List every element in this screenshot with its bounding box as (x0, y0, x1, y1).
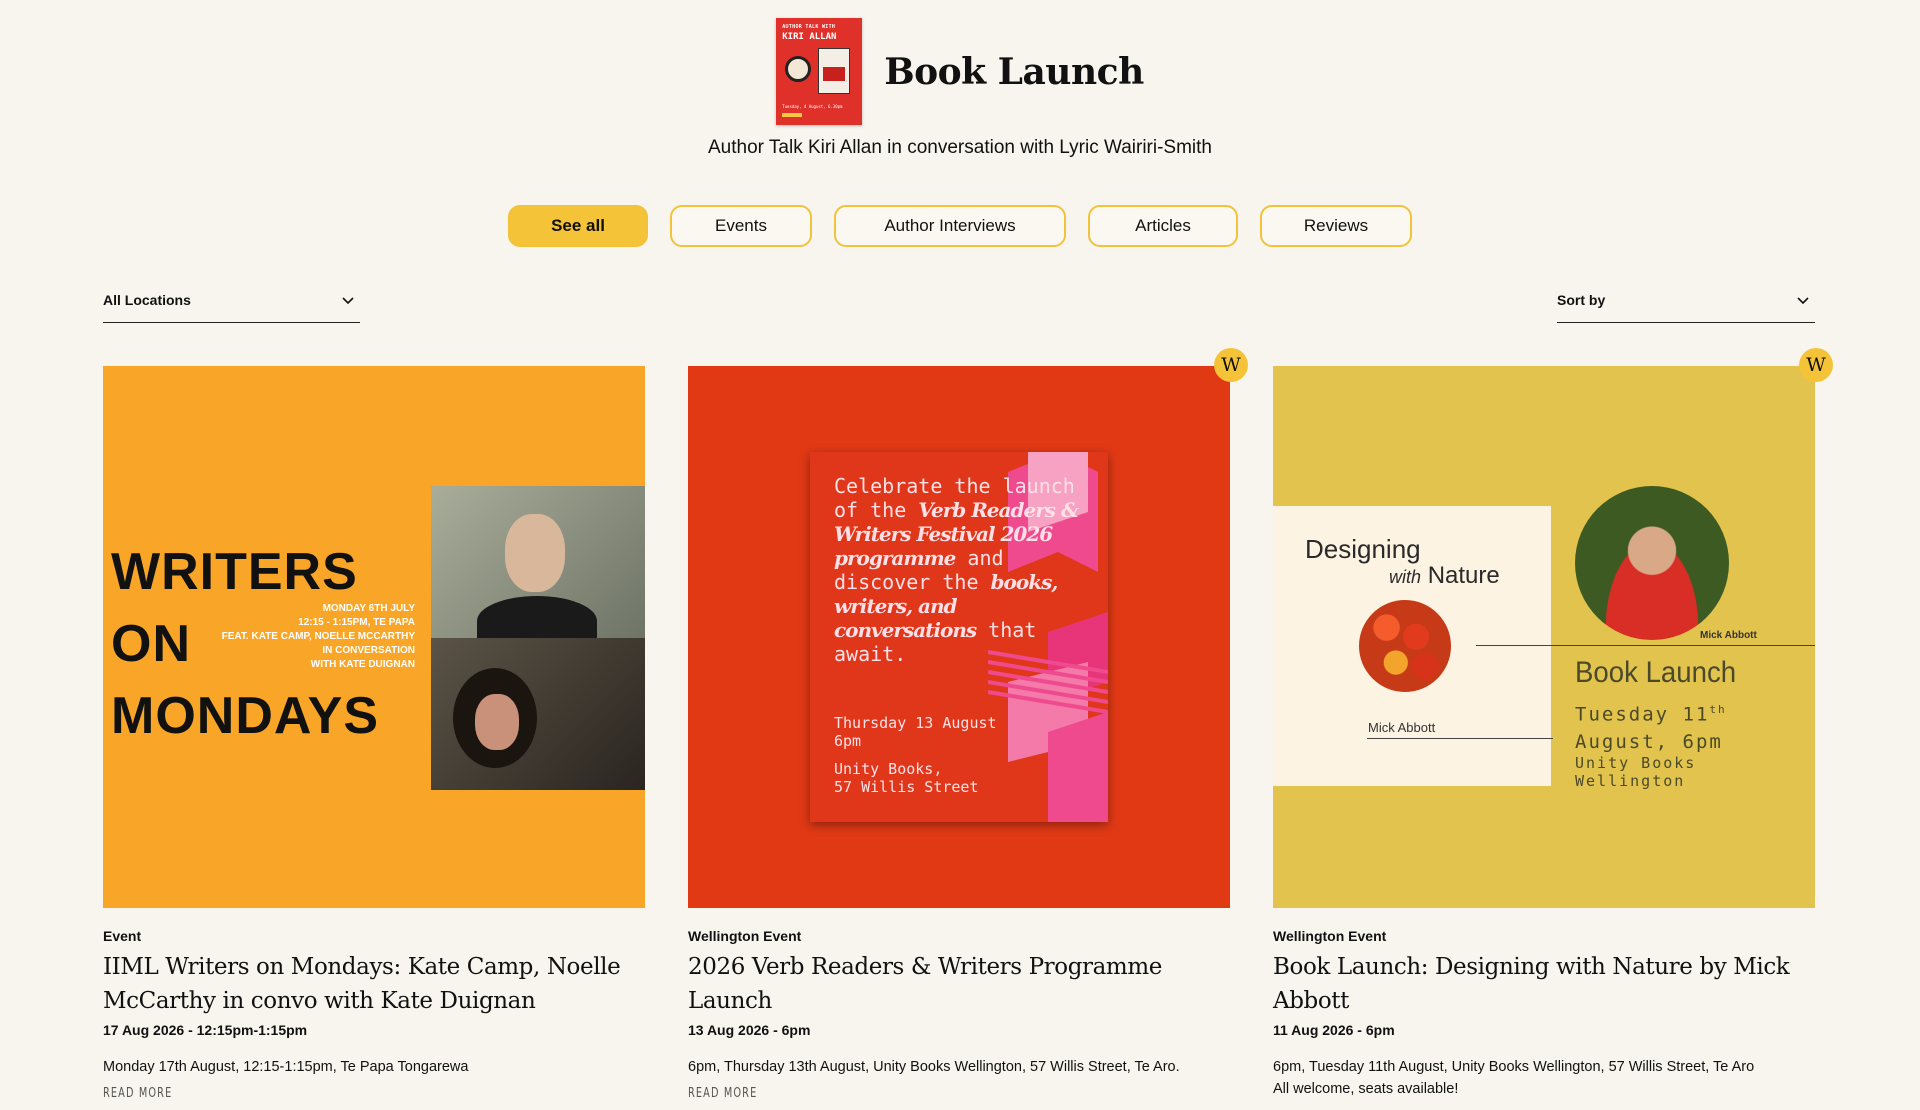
page-title: Book Launch (884, 50, 1144, 93)
card-title[interactable]: Book Launch: Designing with Nature by Mi… (1273, 950, 1815, 1018)
poster-date: Thursday 13 August 6pm (834, 714, 997, 750)
art-info: MONDAY 6TH JULY 12:15 - 1:15PM, TE PAPA … (221, 603, 415, 670)
card-image[interactable]: Designing with Nature Mick Abbott Mick A… (1273, 366, 1815, 908)
wellington-badge: W (1214, 348, 1248, 382)
poster-address: Unity Books, 57 Willis Street (834, 760, 979, 796)
poster-text: Celebrate the launch of the Verb Readers… (834, 474, 1084, 666)
art-headline: Book Launch (1575, 656, 1737, 689)
poster-date-line2: 6pm (834, 732, 862, 750)
book-cover-thumbnail: AUTHOR TALK WITH KIRI ALLAN Tuesday, 4 A… (776, 18, 863, 125)
card-category: Wellington Event (1273, 928, 1387, 944)
page-subtitle: Author Talk Kiri Allan in conversation w… (707, 137, 1213, 158)
photo-face (475, 694, 519, 750)
event-card[interactable]: W Celebrate the launch of the Verb Reade… (688, 348, 1248, 1101)
thumb-logo (782, 113, 803, 117)
wellington-badge: W (1799, 348, 1833, 382)
portrait-caption: Mick Abbott (1700, 630, 1757, 641)
book-author: Mick Abbott (1368, 720, 1436, 735)
thumb-footer: Tuesday, 4 August, 6.30pm (782, 104, 843, 109)
chevron-down-icon (1797, 297, 1809, 305)
photo-noelle-mccarthy (431, 638, 645, 790)
card-image[interactable]: Celebrate the launch of the Verb Readers… (688, 366, 1230, 908)
thumb-line2: KIRI ALLAN (782, 32, 837, 42)
card-date: 17 Aug 2026 - 12:15pm-1:15pm (103, 1022, 308, 1038)
filter-reviews[interactable]: Reviews (1260, 205, 1412, 247)
card-category: Wellington Event (688, 928, 802, 944)
location-dropdown[interactable]: All Locations (103, 288, 360, 323)
art-date-day: Tuesday 11 (1575, 703, 1710, 726)
art-date: Tuesday 11th August, 6pm (1575, 696, 1727, 756)
author-portrait (1575, 486, 1729, 640)
sort-dropdown[interactable]: Sort by (1557, 288, 1815, 323)
event-card[interactable]: WRITERS ON MONDAYS MONDAY 6TH JULY 12:15… (103, 366, 645, 1101)
filter-see-all[interactable]: See all (508, 205, 648, 247)
poster-date-line1: Thursday 13 August (834, 714, 997, 732)
card-description: 6pm, Thursday 13th August, Unity Books W… (688, 1059, 1180, 1075)
divider-line (1367, 738, 1553, 739)
event-card[interactable]: W Designing with Nature Mick Abbott Mick… (1273, 348, 1833, 1100)
read-more-link[interactable]: READ MORE (688, 1086, 1095, 1101)
art-venue: Unity Books Wellington (1575, 754, 1697, 790)
photo-kate-camp (431, 486, 645, 646)
photo-face (505, 514, 565, 592)
card-date: 11 Aug 2026 - 6pm (1273, 1022, 1395, 1038)
poster-addr-line2: 57 Willis Street (834, 778, 979, 796)
book-title-line2: with Nature (1389, 562, 1500, 590)
book-title-with: with (1389, 567, 1422, 587)
chevron-down-icon (342, 297, 354, 305)
thumb-face (785, 56, 812, 82)
filter-events[interactable]: Events (670, 205, 812, 247)
read-more-link[interactable]: READ MORE (103, 1086, 510, 1101)
thumb-book (818, 48, 851, 94)
card-title[interactable]: IIML Writers on Mondays: Kate Camp, Noel… (103, 950, 645, 1018)
filter-author-interviews[interactable]: Author Interviews (834, 205, 1066, 247)
divider-line (1476, 645, 1815, 646)
book-title-line1: Designing (1305, 534, 1421, 564)
page-header: AUTHOR TALK WITH KIRI ALLAN Tuesday, 4 A… (0, 18, 1920, 159)
card-description: Monday 17th August, 12:15-1:15pm, Te Pap… (103, 1059, 469, 1075)
book-title-nature: Nature (1427, 562, 1500, 589)
sort-dropdown-label: Sort by (1557, 292, 1606, 308)
thumb-line1: AUTHOR TALK WITH (782, 24, 836, 30)
card-image[interactable]: WRITERS ON MONDAYS MONDAY 6TH JULY 12:15… (103, 366, 645, 908)
verb-poster: Celebrate the launch of the Verb Readers… (810, 452, 1108, 822)
card-date: 13 Aug 2026 - 6pm (688, 1022, 811, 1038)
card-title[interactable]: 2026 Verb Readers & Writers Programme La… (688, 950, 1230, 1018)
card-category: Event (103, 928, 142, 944)
filter-articles[interactable]: Articles (1088, 205, 1238, 247)
tomato-image (1359, 600, 1451, 692)
location-dropdown-label: All Locations (103, 292, 191, 308)
poster-addr-line1: Unity Books, (834, 760, 943, 778)
art-date-time: August, 6pm (1575, 731, 1723, 754)
art-date-sup: th (1709, 703, 1727, 716)
card-description: 6pm, Tuesday 11th August, Unity Books We… (1273, 1059, 1755, 1097)
filter-bar: See all Events Author Interviews Article… (0, 205, 1920, 247)
